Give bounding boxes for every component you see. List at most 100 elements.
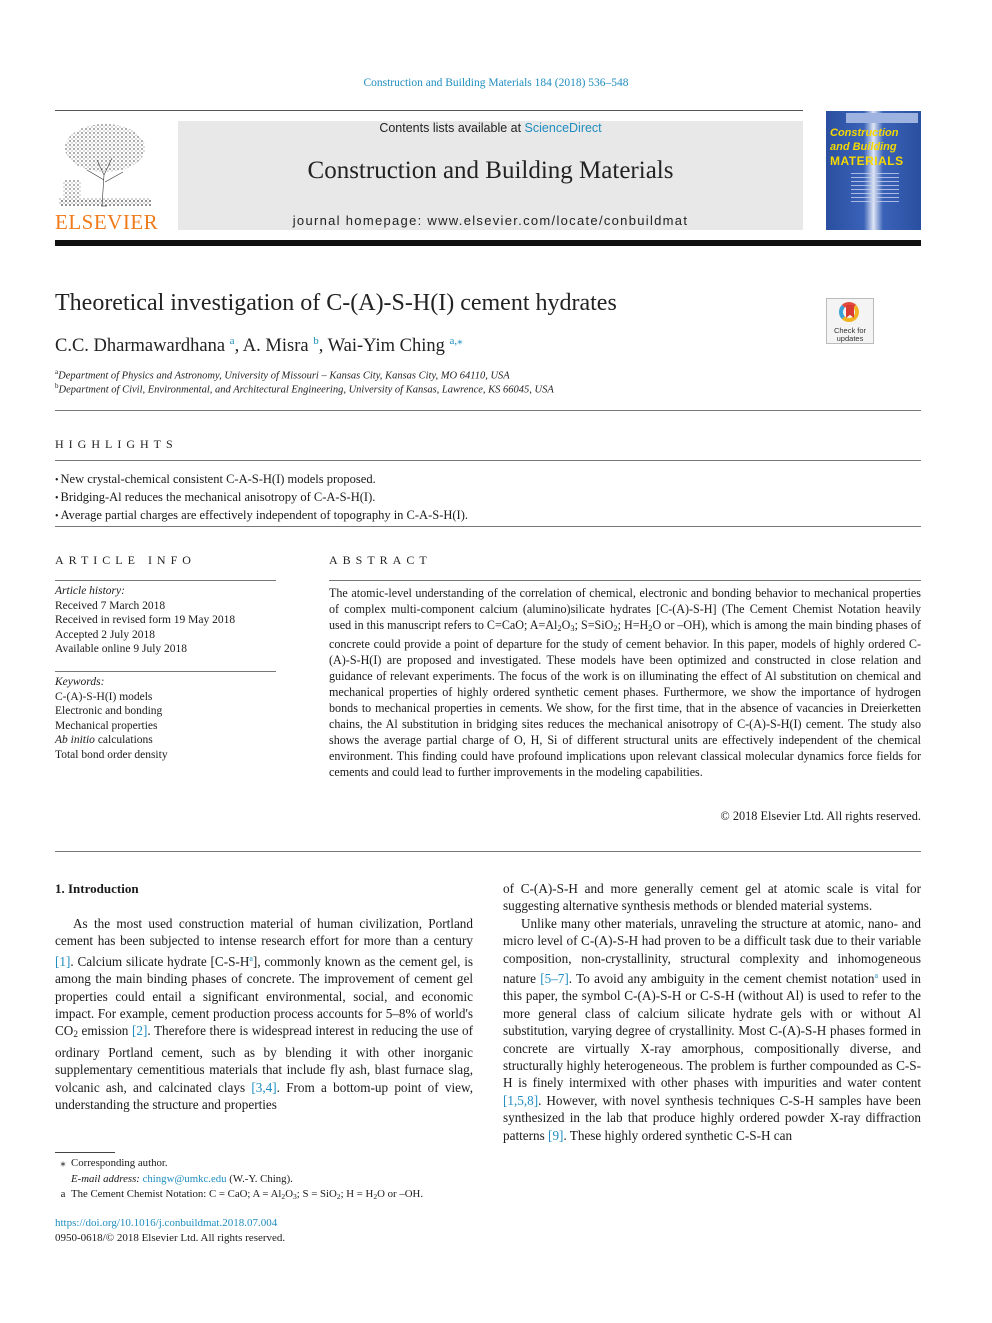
abstract-copyright: © 2018 Elsevier Ltd. All rights reserved…: [720, 809, 921, 823]
cover-banner: [846, 113, 918, 123]
header-thick-divider: [55, 240, 921, 246]
divider: [55, 580, 276, 581]
keyword: C-(A)-S-H(I) models: [55, 690, 153, 703]
citation-link[interactable]: [1]: [55, 954, 70, 969]
abstract-part: ; S=SiO: [574, 618, 614, 632]
contents-line: Contents lists available at ScienceDirec…: [178, 121, 803, 135]
keyword: Ab initio calculations: [55, 733, 168, 748]
history-revised: Received in revised form 19 May 2018: [55, 614, 236, 626]
divider: [55, 526, 921, 527]
highlight-item: Bridging-Al reduces the mechanical aniso…: [55, 489, 468, 507]
keyword-suffix: calculations: [94, 734, 153, 746]
highlights-list: New crystal-chemical consistent C-A-S-H(…: [55, 471, 468, 525]
footnote-notation: a The Cement Chemist Notation: C = CaO; A…: [55, 1187, 423, 1205]
keyword: Mechanical properties: [55, 719, 158, 732]
highlight-item: New crystal-chemical consistent C-A-S-H(…: [55, 471, 468, 489]
citation-link[interactable]: [1,5,8]: [503, 1093, 538, 1108]
journal-homepage[interactable]: journal homepage: www.elsevier.com/locat…: [178, 213, 803, 228]
check-for-updates-button[interactable]: Check for updates: [826, 298, 874, 344]
article-history-label: Article history:: [55, 585, 125, 597]
body-text: used in this paper, the symbol C-(A)-S-H…: [503, 971, 921, 1091]
author-separator: ,: [234, 336, 243, 356]
abstract-part: O or –OH), which is among the main bindi…: [329, 618, 922, 779]
footnote-text: O or –OH.: [377, 1188, 424, 1200]
history-accepted: Accepted 2 July 2018: [55, 628, 155, 641]
contents-prefix: Contents lists available at: [379, 121, 525, 135]
body-text: . Calcium silicate hydrate [C-S-H: [70, 953, 250, 969]
footnote-corresponding: ⁎ Corresponding author.: [55, 1156, 423, 1172]
doi-block: https://doi.org/10.1016/j.conbuildmat.20…: [55, 1216, 285, 1246]
article-history: Article history: Received 7 March 2018 R…: [55, 584, 235, 657]
affiliation-text: Department of Civil, Environmental, and …: [58, 384, 554, 396]
affiliation-text: Department of Physics and Astronomy, Uni…: [58, 370, 510, 382]
abstract-part: ; H=H: [617, 618, 649, 632]
history-online: Available online 9 July 2018: [55, 643, 188, 655]
author-list: C.C. Dharmawardhana a, A. Misra b, Wai-Y…: [55, 334, 463, 357]
elsevier-wordmark: ELSEVIER: [55, 210, 159, 234]
body-text: . To avoid any ambiguity in the cement c…: [568, 971, 875, 987]
check-updates-line-2: updates: [836, 334, 864, 343]
author-name[interactable]: A. Misra: [243, 336, 309, 356]
keyword-italic: Ab initio: [55, 734, 95, 746]
keywords: Keywords: C-(A)-S-H(I) models Electronic…: [55, 675, 168, 762]
affiliation: bDepartment of Civil, Environmental, and…: [55, 382, 554, 396]
cover-line-3: MATERIALS: [830, 154, 904, 168]
footnote-text: ; S = SiO: [296, 1188, 337, 1200]
body-text: As the most used construction material o…: [55, 916, 473, 949]
cover-title: Construction and Building MATERIALS: [830, 126, 920, 168]
keyword: Total bond order density: [55, 748, 168, 761]
doi-link[interactable]: https://doi.org/10.1016/j.conbuildmat.20…: [55, 1217, 277, 1229]
divider: [55, 410, 921, 411]
footnote-email: E-mail address: chingw@umkc.edu (W.-Y. C…: [55, 1172, 423, 1188]
citation-link[interactable]: [3,4]: [251, 1080, 276, 1095]
keywords-label: Keywords:: [55, 676, 105, 688]
footnote-mark: ⁎: [60, 1157, 66, 1169]
cover-line-2: and Building: [830, 141, 897, 153]
keyword: Electronic and bonding: [55, 705, 163, 717]
cover-line-1: Construction: [830, 127, 899, 139]
body-text: emission: [77, 1023, 132, 1039]
author-affiliation-mark[interactable]: a,⁎: [449, 335, 462, 347]
footnote-divider: [55, 1152, 115, 1153]
abstract-text: The atomic-level understanding of the co…: [329, 585, 921, 780]
citation-link[interactable]: [2]: [132, 1023, 147, 1038]
email-suffix: (W.-Y. Ching).: [226, 1172, 293, 1185]
top-divider: [55, 110, 803, 111]
journal-cover[interactable]: Construction and Building MATERIALS: [826, 111, 921, 230]
body-paragraph: of C-(A)-S-H and more generally cement g…: [503, 881, 921, 914]
check-updates-label: Check for updates: [827, 327, 873, 343]
issn-copyright: 0950-0618/© 2018 Elsevier Ltd. All right…: [55, 1232, 286, 1244]
email-link[interactable]: chingw@umkc.edu: [143, 1173, 227, 1185]
footnote-mark: a: [60, 1188, 66, 1200]
highlight-item: Average partial charges are effectively …: [55, 507, 468, 525]
citation-link[interactable]: [9]: [548, 1128, 563, 1143]
footnote-text: Corresponding author.: [71, 1157, 168, 1169]
footnote-text: ; H = H: [340, 1188, 374, 1200]
divider: [55, 460, 921, 461]
citation-link[interactable]: [5–7]: [540, 971, 569, 986]
journal-reference[interactable]: Construction and Building Materials 184 …: [0, 77, 992, 89]
divider: [55, 671, 276, 672]
sciencedirect-link[interactable]: ScienceDirect: [525, 121, 602, 135]
abstract-heading: ABSTRACT: [329, 553, 432, 567]
highlights-heading: HIGHLIGHTS: [55, 437, 178, 451]
body-paragraph: Unlike many other materials, unraveling …: [503, 915, 921, 1144]
divider: [329, 580, 921, 581]
email-label: E-mail address:: [71, 1172, 140, 1185]
journal-masthead: Contents lists available at ScienceDirec…: [178, 121, 803, 230]
introduction-heading: 1. Introduction: [55, 881, 139, 896]
author-name[interactable]: C.C. Dharmawardhana: [55, 336, 225, 356]
author-separator: ,: [318, 336, 328, 356]
body-text: . These highly ordered synthetic C-S-H c…: [563, 1127, 793, 1143]
body-paragraph: As the most used construction material o…: [55, 915, 473, 1113]
author-name[interactable]: Wai-Yim Ching: [328, 336, 445, 356]
divider: [55, 851, 921, 852]
elsevier-logo[interactable]: ELSEVIER: [55, 120, 159, 234]
article-title: Theoretical investigation of C-(A)-S-H(I…: [55, 290, 617, 316]
body-column-right: of C-(A)-S-H and more generally cement g…: [503, 880, 921, 1144]
journal-title: Construction and Building Materials: [307, 157, 674, 184]
affiliation: aDepartment of Physics and Astronomy, Un…: [55, 368, 510, 382]
history-received: Received 7 March 2018: [55, 599, 166, 612]
footnote-text: The Cement Chemist Notation: C = CaO; A …: [71, 1188, 282, 1200]
cover-subtitle: [851, 173, 899, 203]
